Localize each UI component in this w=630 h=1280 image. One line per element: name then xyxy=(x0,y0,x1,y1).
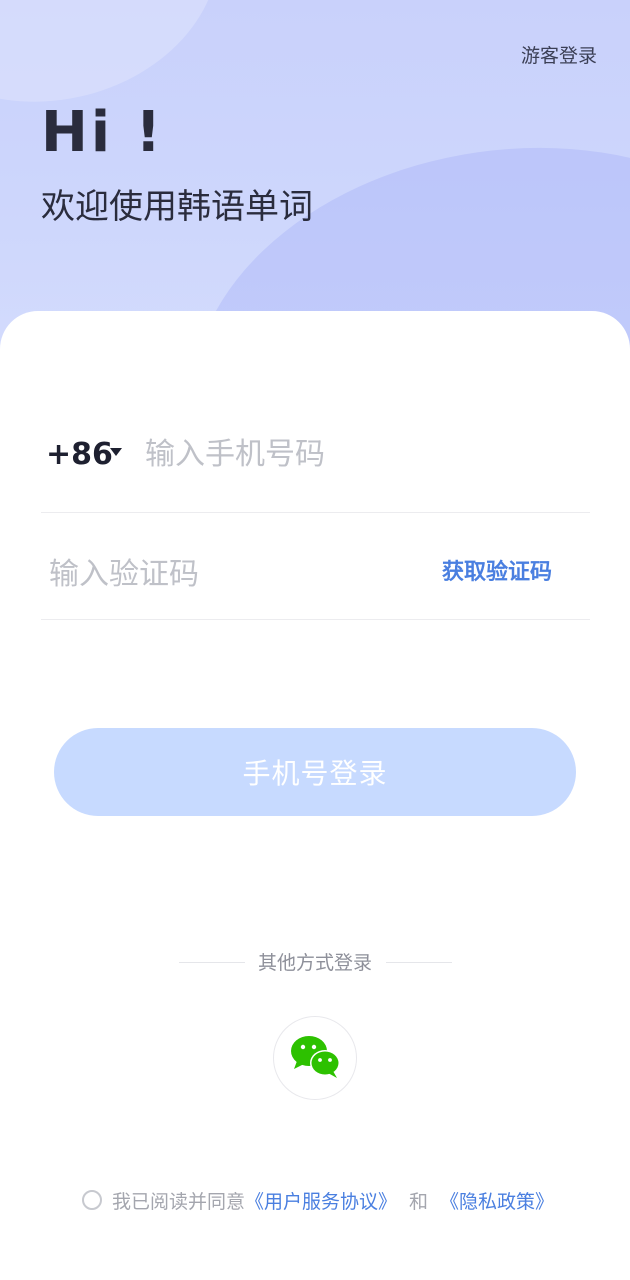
verification-code-input[interactable] xyxy=(49,552,409,596)
phone-row: +86 xyxy=(41,392,590,513)
phone-input[interactable] xyxy=(145,432,565,476)
code-row: 获取验证码 xyxy=(41,500,590,620)
wechat-login-button[interactable] xyxy=(273,1016,357,1100)
agreement-radio[interactable] xyxy=(82,1190,102,1210)
get-code-button[interactable]: 获取验证码 xyxy=(442,558,552,588)
privacy-policy-link[interactable]: 《隐私政策》 xyxy=(440,1187,554,1214)
other-login-title: 其他方式登录 xyxy=(257,952,372,974)
header-banner: 游客登录 Hi ! 欢迎使用韩语单词 xyxy=(0,0,630,360)
divider-right xyxy=(386,962,452,963)
guest-login-link[interactable]: 游客登录 xyxy=(521,41,597,68)
agreement-row: 我已阅读并同意 《用户服务协议》 和 《隐私政策》 xyxy=(82,1186,554,1214)
wechat-icon xyxy=(291,1036,340,1078)
country-code-selector[interactable]: +86 xyxy=(46,437,113,473)
agreement-and: 和 xyxy=(409,1190,429,1213)
caret-down-icon[interactable] xyxy=(110,448,122,456)
phone-login-button[interactable]: 手机号登录 xyxy=(54,728,576,816)
agreement-prefix: 我已阅读并同意 xyxy=(112,1190,246,1213)
welcome-subtitle: 欢迎使用韩语单词 xyxy=(41,187,313,227)
user-agreement-link[interactable]: 《用户服务协议》 xyxy=(245,1187,397,1214)
greeting-title: Hi ! xyxy=(41,100,165,165)
